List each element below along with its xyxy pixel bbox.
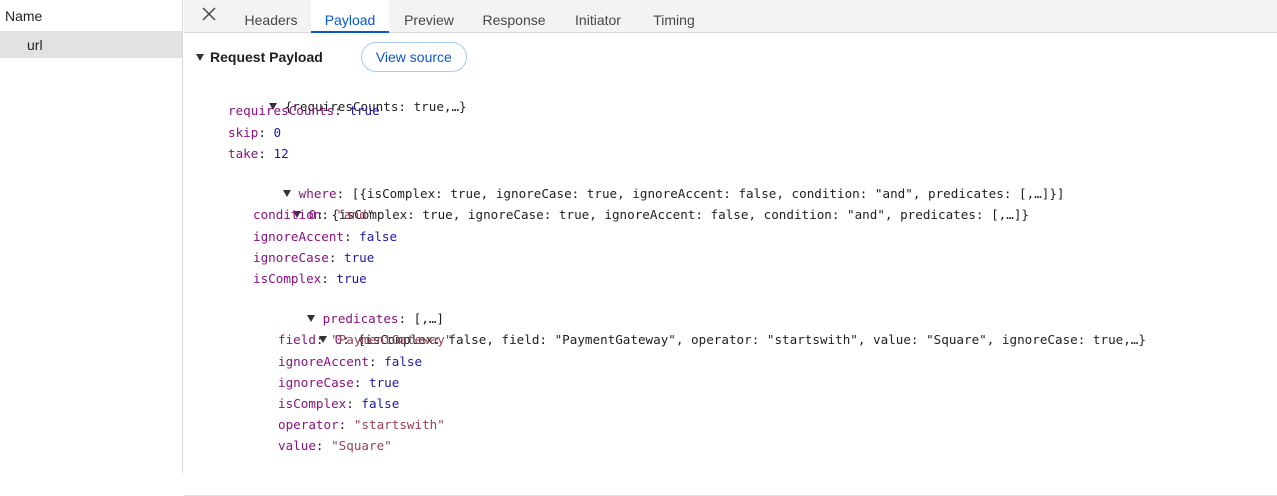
tab-headers[interactable]: Headers [232,0,310,33]
close-icon[interactable] [199,5,219,25]
tree-row-pred-ignoreCase: ignoreCase: true [278,375,400,390]
tree-node-where-0[interactable]: 0: {isComplex: true, ignoreCase: true, i… [232,185,1029,222]
view-source-button[interactable]: View source [360,42,467,72]
tab-response[interactable]: Response [469,0,559,33]
request-list-panel: Name url [0,0,183,473]
details-tabbar: Headers Payload Preview Response Initiat… [184,0,1277,33]
tree-row-operator: operator: "startswith" [278,417,445,432]
tree-row-ignoreCase: ignoreCase: true [253,250,375,265]
tree-row-condition: condition: "and" [253,207,375,222]
tree-row-isComplex: isComplex: true [253,271,367,286]
collapse-caret-icon[interactable] [196,53,204,61]
tab-timing[interactable]: Timing [637,0,711,33]
tree-row-take: take: 12 [228,146,289,161]
tree-row-pred-isComplex: isComplex: false [278,396,400,411]
tab-preview[interactable]: Preview [390,0,468,33]
tree-row-pred-ignoreAccent: ignoreAccent: false [278,354,423,369]
tree-row-field: field: "PaymentGateway" [278,332,453,347]
tree-node-predicates[interactable]: predicates: [,…] [246,289,444,326]
request-details-panel: Headers Payload Preview Response Initiat… [184,0,1277,496]
request-payload-header: Request Payload View source [196,42,467,72]
tab-initiator[interactable]: Initiator [560,0,636,33]
section-title: Request Payload [210,49,323,65]
tree-row-value: value: "Square" [278,438,392,453]
tree-node-predicates-0[interactable]: 0: {isComplex: false, field: "PaymentGat… [258,310,1146,347]
tree-row-requiresCounts: requiresCounts: true [228,103,380,118]
tree-row-ignoreAccent: ignoreAccent: false [253,229,398,244]
request-row-url[interactable]: url [0,32,182,58]
name-column-header[interactable]: Name [0,0,182,32]
tab-payload[interactable]: Payload [311,0,389,33]
tree-root-node[interactable]: {requiresCounts: true,…} [208,77,467,114]
tree-node-where[interactable]: where: [{isComplex: true, ignoreCase: tr… [222,164,1064,201]
tree-row-skip: skip: 0 [228,125,282,140]
